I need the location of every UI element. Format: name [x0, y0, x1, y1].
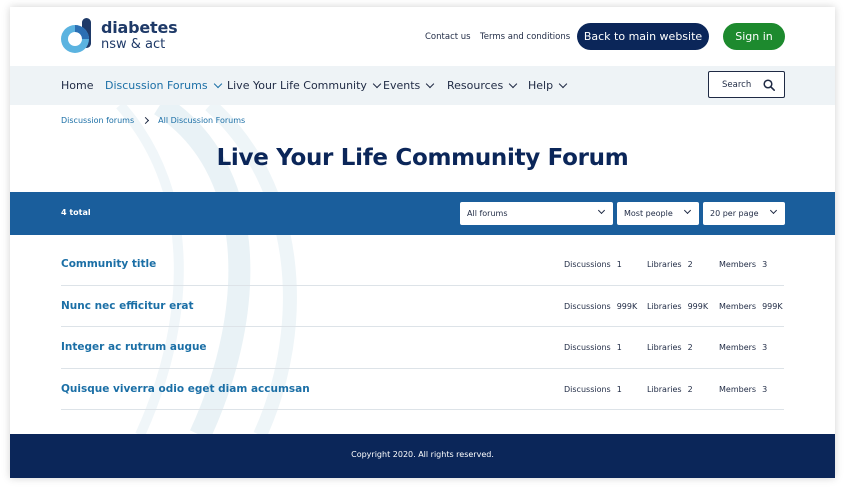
forum-list: Community title Discussions 1 Libraries 2 …	[61, 244, 784, 410]
forum-row: Nunc nec efficitur erat Discussions 999K …	[61, 286, 784, 327]
stat-value: 1	[616, 384, 622, 394]
chevron-down-icon	[213, 79, 222, 88]
nav-label: Help	[528, 79, 554, 92]
forum-row: Quisque viverra odio eget diam accumsan …	[61, 369, 784, 410]
sort-select[interactable]: Most people	[617, 202, 699, 225]
stat-value: 1	[616, 343, 622, 352]
brand-logo[interactable]: diabetes nsw & act	[60, 17, 190, 55]
total-count: 4 total	[61, 208, 91, 217]
members-stat: Members 999K	[719, 302, 783, 311]
browser-frame: diabetes nsw & act Contact us Terms and …	[10, 7, 835, 478]
nav-label: Resources	[447, 79, 504, 92]
nav-item-help[interactable]: Help	[528, 79, 568, 92]
nav-label: Events	[383, 79, 421, 92]
stat-value: 3	[762, 384, 768, 394]
libraries-stat: Libraries 999K	[647, 302, 708, 311]
contact-link[interactable]: Contact us	[425, 32, 471, 42]
discussions-stat: Discussions 999K	[564, 302, 637, 311]
chevron-down-icon	[426, 79, 435, 88]
select-value: Most people	[624, 209, 673, 218]
forum-row: Community title Discussions 1 Libraries 2 …	[61, 244, 784, 286]
chevron-down-icon	[372, 79, 382, 88]
stat-label: Discussions	[564, 384, 611, 394]
stat-value: 1	[616, 260, 622, 269]
stat-label: Members	[719, 384, 757, 394]
discussions-stat: Discussions 1	[564, 385, 622, 394]
chevron-down-icon	[683, 206, 692, 215]
chevron-down-icon	[769, 206, 778, 215]
breadcrumb-link-discussion-forums[interactable]: Discussion forums	[61, 116, 134, 125]
stat-value: 2	[687, 260, 693, 269]
discussions-stat: Discussions 1	[564, 343, 622, 352]
chevron-down-icon	[558, 79, 568, 88]
nav-label: Discussion Forums	[105, 79, 208, 92]
forum-filter-select[interactable]: All forums	[460, 202, 613, 225]
nav-item-live-your-life[interactable]: Live Your Life Community	[227, 79, 382, 92]
stat-label: Discussions	[564, 301, 611, 311]
stat-value: 999K	[762, 301, 783, 311]
libraries-stat: Libraries 2	[647, 260, 693, 269]
stat-value: 999K	[616, 301, 638, 311]
stat-value: 999K	[687, 301, 709, 311]
terms-link[interactable]: Terms and conditions	[480, 32, 570, 42]
members-stat: Members 3	[719, 343, 767, 352]
members-stat: Members 3	[719, 260, 767, 269]
forum-row: Integer ac rutrum augue Discussions 1 Lib…	[61, 327, 784, 369]
stat-value: 3	[762, 260, 768, 269]
forum-title-link[interactable]: Nunc nec efficitur erat	[61, 300, 193, 312]
stat-label: Members	[719, 343, 757, 352]
chevron-down-icon	[597, 206, 606, 215]
chevron-right-icon	[142, 116, 150, 125]
search-icon	[763, 79, 775, 91]
brand-wordmark: diabetes nsw & act	[101, 18, 178, 53]
main-nav: Home Discussion Forums Live Your Life Co…	[10, 66, 835, 105]
stat-value: 3	[762, 343, 768, 352]
diabetes-logo-icon	[61, 18, 91, 53]
search-label: Search	[722, 79, 752, 90]
breadcrumb-link-all-forums[interactable]: All Discussion Forums	[158, 116, 245, 125]
stat-label: Discussions	[564, 260, 611, 269]
per-page-select[interactable]: 20 per page	[703, 202, 785, 225]
libraries-stat: Libraries 2	[647, 385, 693, 394]
select-value: 20 per page	[710, 209, 759, 218]
forum-title-link[interactable]: Community title	[61, 258, 156, 270]
page-title: Live Your Life Community Forum	[216, 145, 629, 171]
copyright-text: Copyright 2020. All rights reserved.	[351, 450, 494, 459]
nav-item-resources[interactable]: Resources	[447, 79, 518, 92]
forum-title-link[interactable]: Integer ac rutrum augue	[61, 341, 207, 353]
nav-label: Live Your Life Community	[227, 79, 367, 92]
back-to-main-button[interactable]: Back to main website	[577, 23, 709, 50]
select-value: All forums	[467, 209, 508, 218]
stat-label: Libraries	[647, 301, 682, 311]
discussions-stat: Discussions 1	[564, 260, 622, 269]
libraries-stat: Libraries 2	[647, 343, 693, 352]
filter-bar: 4 total All forums Most people 20 per pa…	[10, 192, 835, 235]
search-button[interactable]: Search	[708, 71, 785, 98]
members-stat: Members 3	[719, 385, 767, 394]
sign-in-button[interactable]: Sign in	[723, 23, 785, 50]
nav-item-discussion-forums[interactable]: Discussion Forums	[105, 79, 222, 92]
stat-label: Members	[719, 301, 757, 311]
forum-title-link[interactable]: Quisque viverra odio eget diam accumsan	[61, 383, 310, 395]
chevron-down-icon	[508, 79, 518, 88]
stat-label: Libraries	[647, 384, 682, 394]
footer: Copyright 2020. All rights reserved.	[10, 434, 835, 478]
stat-value: 2	[687, 384, 693, 394]
nav-item-events[interactable]: Events	[383, 79, 435, 92]
stat-label: Libraries	[647, 343, 682, 352]
top-header: diabetes nsw & act Contact us Terms and …	[10, 7, 835, 66]
brand-line2: nsw & act	[101, 37, 166, 52]
breadcrumb: Discussion forums All Discussion Forums	[61, 116, 245, 125]
stat-label: Discussions	[564, 343, 611, 352]
stat-label: Libraries	[647, 260, 682, 269]
nav-item-home[interactable]: Home	[61, 79, 93, 92]
stat-label: Members	[719, 260, 757, 269]
brand-line1: diabetes	[101, 18, 178, 37]
stat-value: 2	[687, 343, 693, 352]
nav-label: Home	[61, 79, 94, 92]
